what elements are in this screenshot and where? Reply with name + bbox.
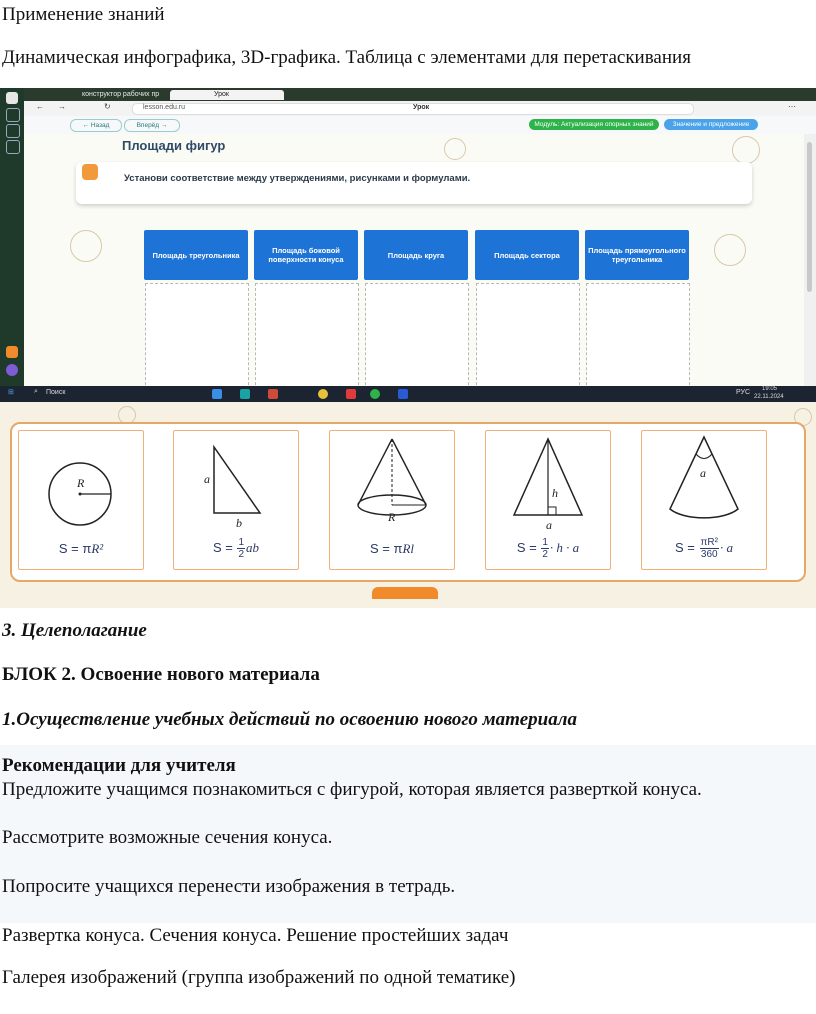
drop-zone[interactable] [476,283,580,386]
site-nav: ← Назад Вперёд → Модуль: Актуализация оп… [24,116,816,135]
url-text: lesson.edu.ru [143,104,186,111]
browser-nav-bar: ← → ↻ lesson.edu.ru Урок ⋯ [24,101,816,116]
page-tab-title: Урок [413,104,430,111]
doodle-icon [444,138,466,160]
taskbar-search[interactable]: Поиск [46,389,65,396]
module-pill[interactable]: Модуль: Актуализация опорных знаний [529,119,659,130]
download-icon[interactable] [6,124,20,138]
task-text: Установи соответствие между утверждениям… [124,173,471,184]
drag-card-cone[interactable]: R S = πRl [329,430,455,570]
forward-icon[interactable]: → [58,102,66,111]
app-icon[interactable] [346,389,356,399]
history-icon[interactable] [6,108,20,122]
clock-date[interactable]: 22.11.2024 [754,394,784,400]
windows-sidebar [0,88,24,402]
sector-figure: a [669,435,739,519]
formula: S = πR² 360 · a [675,537,733,560]
apps-icon[interactable] [6,140,20,154]
meaning-pill[interactable]: Значение и предложение [664,119,758,130]
label-r: R [76,476,85,490]
drag-card-circle[interactable]: R S = πR² [18,430,144,570]
document-subheading: Динамическая инфографика, 3D-графика. Та… [2,47,691,68]
column-header: Площадь боковой поверхности конуса [254,230,358,280]
globe-icon [714,234,746,266]
globe-icon [70,230,102,262]
back-icon[interactable]: ← [36,102,44,111]
app-icon[interactable] [268,389,278,399]
column-header: Площадь треугольника [144,230,248,280]
word-icon[interactable] [398,389,408,399]
column-header: Площадь сектора [475,230,579,280]
task-icon [82,164,98,180]
menu-icon[interactable]: ⋯ [788,102,796,111]
drop-zone[interactable] [586,283,690,386]
drop-zone[interactable] [145,283,249,386]
forward-button[interactable]: Вперёд → [124,119,180,132]
lesson-title: Площади фигур [122,138,226,153]
embedded-screenshot: конструктор рабочих пр Урок ← → ↻ lesson… [0,88,816,402]
column-header: Площадь прямоугольного треугольника [585,230,689,280]
edge-icon[interactable] [240,389,250,399]
gallery-line: Галерея изображений (группа изображений … [2,967,516,988]
recommendation-3: Попросите учащихся перенести изображения… [2,876,456,897]
reload-icon[interactable]: ↻ [104,102,111,111]
mail-icon[interactable] [6,346,18,358]
explorer-icon[interactable] [212,389,222,399]
triangle-height-figure: h a [512,437,584,532]
recommendation-1: Предложите учащимся познакомиться с фигу… [2,779,702,800]
address-bar[interactable]: lesson.edu.ru Урок [132,103,694,115]
back-button[interactable]: ← Назад [70,119,122,132]
column-header: Площадь круга [364,230,468,280]
drop-zone[interactable] [255,283,359,386]
formula: S = 1 2 · h · a [516,537,580,560]
language-indicator[interactable]: РУС [736,389,750,396]
doodle-icon [732,136,760,164]
right-triangle-figure: a b [204,444,262,530]
recommendation-2: Рассмотрите возможные сечения конуса. [2,827,333,848]
clock-time[interactable]: 19:05 [762,386,777,392]
browser-tab-bar: конструктор рабочих пр Урок [24,88,816,101]
browser-tab-label: Урок [214,91,229,98]
label-a: a [204,472,210,486]
windows-start-icon[interactable]: ⊞ [8,388,14,396]
browser-tab[interactable]: конструктор рабочих пр [68,90,178,100]
drop-zone[interactable] [365,283,469,386]
drag-card-sector[interactable]: a S = πR² 360 · a [641,430,767,570]
circle-figure: R [48,462,112,526]
windows-taskbar: ⊞ ⌕ Поиск РУС 19:05 22.11.2024 [0,386,816,402]
label-b: b [236,516,242,530]
section-goal: 3. Целеполагание [2,620,147,641]
label-r: R [387,510,396,524]
drag-card-right-triangle[interactable]: a b S = 1 2 ab [173,430,299,570]
cloud-icon[interactable] [6,364,18,376]
topic-line: Развертка конуса. Сечения конуса. Решени… [2,925,509,946]
profile-icon[interactable] [6,92,18,104]
formula: S = πRl [369,541,415,556]
label-h: h [552,486,558,500]
document-heading: Применение знаний [2,4,165,25]
drag-card-triangle-height[interactable]: h a S = 1 2 · h · a [485,430,611,570]
label-a: a [546,518,552,532]
whatsapp-icon[interactable] [370,389,380,399]
yandex-icon[interactable] [318,389,328,399]
search-icon[interactable]: ⌕ [34,388,38,396]
section-block2: БЛОК 2. Освоение нового материала [2,664,320,685]
browser-tab-active[interactable]: Урок [170,90,284,100]
formula: S = 1 2 ab [212,537,260,560]
lesson-page: Площади фигур Установи соответствие межд… [24,134,804,386]
check-button[interactable] [372,587,438,599]
task-card: Установи соответствие между утверждениям… [76,162,752,204]
label-a: a [700,466,706,480]
scrollbar[interactable] [804,134,816,386]
section-actions: 1.Осуществление учебных действий по осво… [2,709,577,730]
recommendations-title: Рекомендации для учителя [2,755,236,776]
cone-figure: R [357,438,427,524]
formula: S = πR² [58,541,104,556]
